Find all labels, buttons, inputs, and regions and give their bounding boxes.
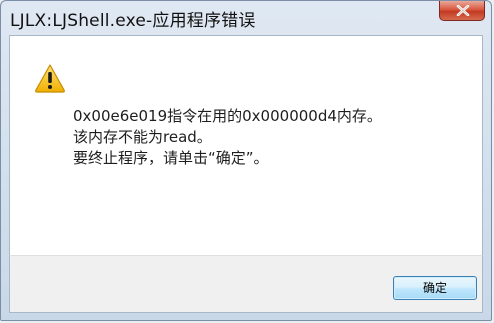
message-line: 该内存不能为read。	[73, 128, 212, 146]
error-dialog: LJLX:LJShell.exe-应用程序错误 0x00e6e019指令在用的0…	[0, 0, 492, 321]
close-button[interactable]	[439, 1, 485, 21]
title-bar[interactable]: LJLX:LJShell.exe-应用程序错误	[1, 1, 491, 35]
window-title: LJLX:LJShell.exe-应用程序错误	[10, 11, 256, 31]
warning-icon	[35, 64, 65, 93]
close-icon	[456, 5, 470, 16]
ok-button[interactable]: 确定	[393, 276, 477, 300]
message-line: 0x00e6e019指令在用的0x000000d4内存。	[73, 107, 382, 125]
error-message: 0x00e6e019指令在用的0x000000d4内存。 该内存不能为read。…	[73, 106, 382, 169]
message-area: 0x00e6e019指令在用的0x000000d4内存。 该内存不能为read。…	[9, 35, 483, 255]
button-bar: 确定	[9, 255, 483, 313]
message-line: 要终止程序，请单击“确定”。	[73, 149, 269, 167]
